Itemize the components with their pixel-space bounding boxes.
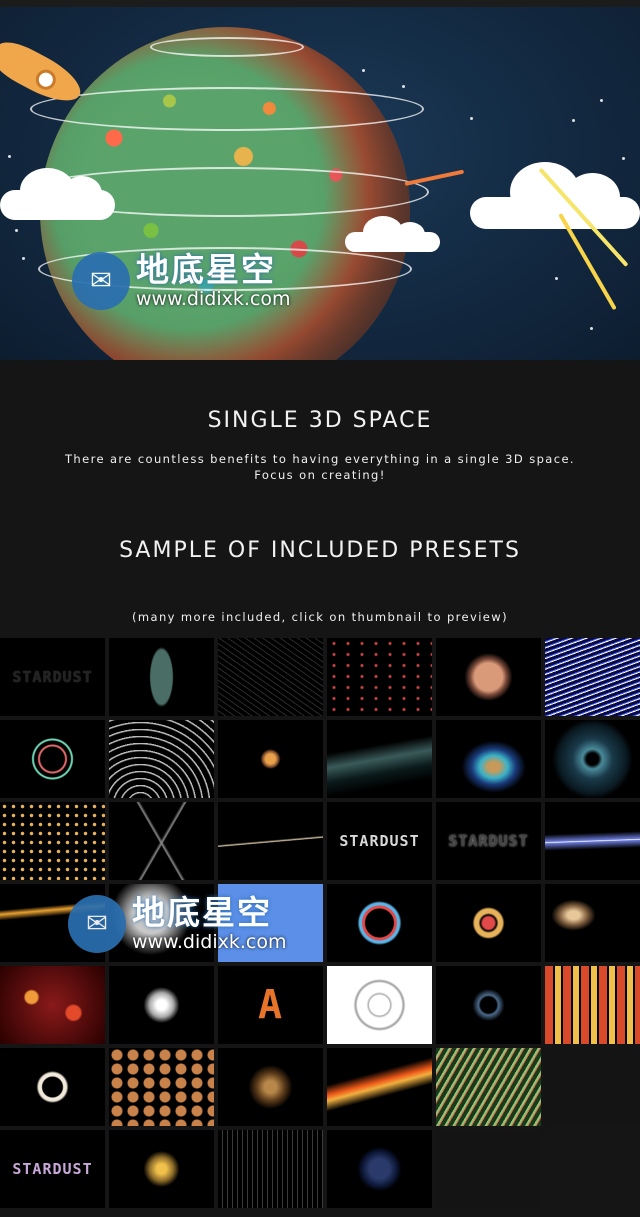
watermark-logo-icon: ✉ [68,895,126,953]
preset-thumbnail[interactable] [0,1048,105,1126]
preset-thumbnail[interactable] [327,1048,432,1126]
star [402,85,405,88]
preset-thumbnail[interactable] [218,638,323,716]
thumbnail-label: STARDUST [12,1160,93,1178]
preset-thumbnail[interactable] [436,720,541,798]
preset-thumbnail[interactable] [109,966,214,1044]
watermark: ✉ 地底星空 www.didixk.com [72,252,290,310]
star [590,327,593,330]
preset-thumbnail[interactable] [0,720,105,798]
preset-thumbnail[interactable] [218,1130,323,1208]
preset-thumbnail[interactable] [545,884,640,962]
hero-banner: ✉ 地底星空 www.didixk.com [0,7,640,360]
preset-thumbnail[interactable]: STARDUST [0,638,105,716]
star [8,155,11,158]
cloud-illustration [345,216,440,252]
presets-note: (many more included, click on thumbnail … [132,610,508,624]
preset-thumbnail[interactable] [436,884,541,962]
star [622,157,625,160]
watermark-name: 地底星空 [132,893,272,932]
feature-description-line2: Focus on creating! [254,468,386,482]
preset-thumbnail[interactable] [0,966,105,1044]
preset-thumbnail[interactable] [218,802,323,880]
star [362,69,365,72]
preset-thumbnail[interactable] [327,720,432,798]
top-strip [0,0,640,7]
preset-thumbnail[interactable] [109,1048,214,1126]
star [555,277,558,280]
cloud-illustration [0,168,115,220]
preset-thumbnail[interactable] [109,1130,214,1208]
watermark-url: www.didixk.com [136,288,291,310]
thumbnail-empty [545,1048,640,1126]
preset-thumbnail[interactable] [109,720,214,798]
star [22,257,25,260]
preset-thumbnail[interactable] [327,638,432,716]
preset-thumbnail[interactable] [109,638,214,716]
preset-thumbnail[interactable] [545,966,640,1044]
preset-thumbnail[interactable] [436,966,541,1044]
preset-thumbnail[interactable] [327,1130,432,1208]
preset-thumbnail[interactable] [545,720,640,798]
preset-thumbnail[interactable] [0,802,105,880]
watermark-logo-icon: ✉ [72,252,130,310]
preset-thumbnail[interactable] [218,1048,323,1126]
star [572,119,575,122]
thumbnail-label: STARDUST [448,832,529,850]
preset-thumbnail[interactable] [327,884,432,962]
star [470,117,473,120]
preset-thumbnail[interactable] [218,720,323,798]
thumbnail-label: A [257,982,284,1028]
preset-thumbnail[interactable] [436,638,541,716]
preset-thumbnail[interactable]: STARDUST [0,1130,105,1208]
preset-thumbnail[interactable]: STARDUST [327,802,432,880]
preset-thumbnail[interactable] [109,802,214,880]
preset-thumbnail[interactable] [327,966,432,1044]
preset-thumbnail[interactable] [436,1048,541,1126]
thumbnail-label: STARDUST [12,668,93,686]
preset-thumbnail[interactable]: A [218,966,323,1044]
feature-description-line1: There are countless benefits to having e… [64,452,575,466]
preset-thumbnail[interactable]: STARDUST [436,802,541,880]
cloud-illustration [470,162,640,229]
thumbnail-empty [436,1130,541,1208]
feature-title: SINGLE 3D SPACE [207,408,433,433]
orbit-ring [30,87,424,131]
presets-title: SAMPLE OF INCLUDED PRESETS [119,538,521,563]
watermark-url: www.didixk.com [132,931,287,953]
star [15,229,18,232]
orbit-ring [150,37,304,57]
thumbnail-label: STARDUST [339,832,420,850]
watermark: ✉ 地底星空 www.didixk.com [68,895,286,953]
preset-thumbnail[interactable] [545,802,640,880]
watermark-name: 地底星空 [136,250,276,289]
ribbon-streak [404,169,465,186]
preset-thumbnail[interactable] [545,638,640,716]
star [600,99,603,102]
